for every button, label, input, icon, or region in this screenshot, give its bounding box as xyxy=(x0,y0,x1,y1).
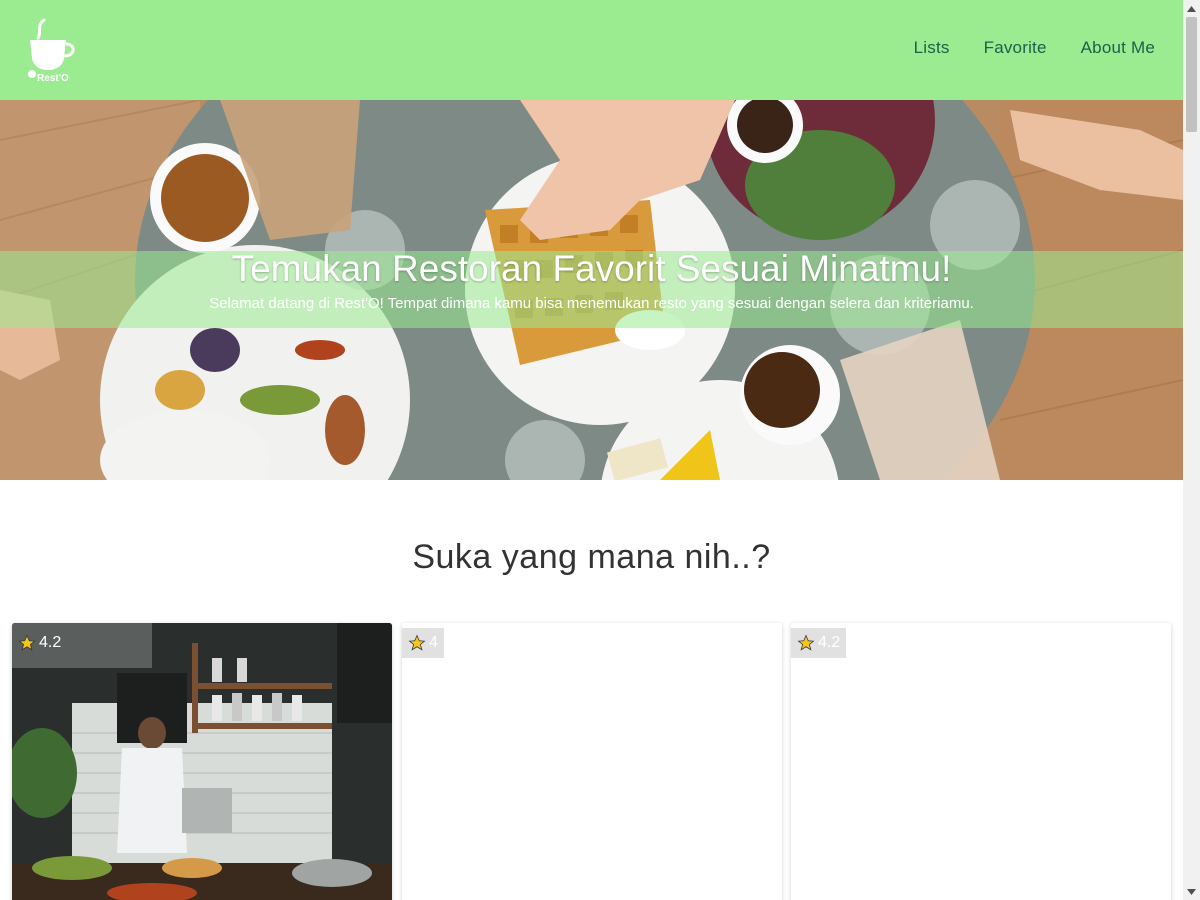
nav-lists-link[interactable]: Lists xyxy=(914,38,950,58)
rating-value: 4 xyxy=(429,634,438,651)
section-title: Suka yang mana nih..? xyxy=(412,538,771,576)
scroll-up-arrow-icon[interactable] xyxy=(1183,0,1200,17)
nav-about-me-link[interactable]: About Me xyxy=(1081,38,1155,58)
hero-title: Temukan Restoran Favorit Sesuai Minatmu! xyxy=(231,248,952,289)
rating-value: 4.2 xyxy=(818,634,841,651)
navbar: Rest'O Lists Favorite About Me xyxy=(0,0,1183,100)
hero-banner: Temukan Restoran Favorit Sesuai Minatmu!… xyxy=(0,100,1183,480)
hero-subtitle: Selamat datang di Rest'O! Tempat dimana … xyxy=(209,295,974,312)
rating-value: 4.2 xyxy=(39,634,62,651)
restaurant-image xyxy=(12,623,392,900)
star-icon xyxy=(797,634,815,651)
restaurant-logo[interactable]: Rest'O xyxy=(26,14,82,84)
star-icon xyxy=(408,634,426,651)
scrollbar-thumb[interactable] xyxy=(1186,17,1197,132)
rating-badge: 4.2 xyxy=(791,628,847,658)
restaurant-card[interactable]: 4.2 xyxy=(12,623,392,900)
rating-badge: 4 xyxy=(402,628,444,658)
rating-badge: 4.2 xyxy=(12,628,67,658)
coffee-cup-icon: Rest'O xyxy=(28,18,75,84)
nav-favorite-link[interactable]: Favorite xyxy=(984,38,1047,58)
svg-text:Rest'O: Rest'O xyxy=(37,73,69,84)
restaurant-card[interactable]: 4.2 xyxy=(791,623,1171,900)
star-icon xyxy=(18,634,36,651)
main-nav: Lists Favorite About Me xyxy=(914,38,1155,58)
restaurant-card[interactable]: 4 xyxy=(402,623,782,900)
scroll-down-arrow-icon[interactable] xyxy=(1183,883,1200,900)
vertical-scrollbar[interactable] xyxy=(1183,0,1200,900)
